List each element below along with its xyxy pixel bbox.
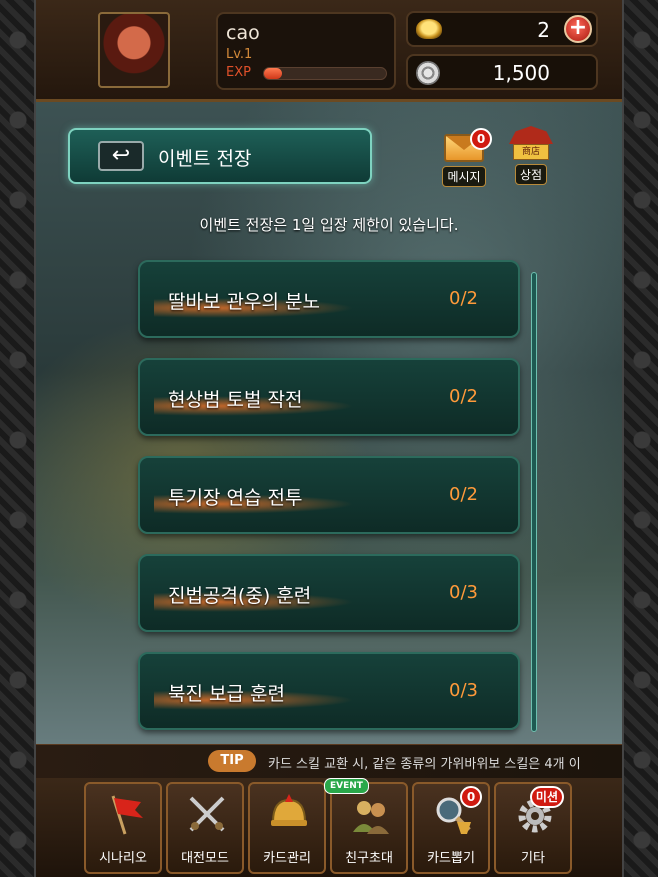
event-item[interactable]: 딸바보 관우의 분노 0/2 bbox=[138, 260, 520, 338]
helmet-icon bbox=[271, 794, 307, 826]
silver-counter: 1,500 bbox=[406, 54, 598, 90]
tip-text: 카드 스킬 교환 시, 같은 종류의 가위바위보 스킬은 4개 이 bbox=[268, 757, 581, 772]
event-item[interactable]: 투기장 연습 전투 0/2 bbox=[138, 456, 520, 534]
player-level: Lv.1 bbox=[226, 47, 253, 62]
exp-bar bbox=[263, 67, 387, 80]
mail-label: 메시지 bbox=[442, 166, 486, 187]
event-name: 북진 보급 훈련 bbox=[168, 683, 285, 705]
event-tag: EVENT bbox=[324, 778, 369, 794]
profile-box: cao Lv.1 EXP bbox=[216, 12, 396, 90]
event-name: 투기장 연습 전투 bbox=[168, 487, 303, 509]
shop-button[interactable]: 商店 상점 bbox=[506, 126, 556, 186]
crossed-swords-icon bbox=[189, 796, 225, 832]
event-item[interactable]: 현상범 토벌 작전 0/2 bbox=[138, 358, 520, 436]
event-name: 진법공격(중) 훈련 bbox=[168, 585, 312, 607]
mission-badge: 미션 bbox=[529, 786, 564, 808]
nav-label: 카드관리 bbox=[263, 851, 311, 866]
exp-bar-fill bbox=[264, 68, 283, 79]
back-button-label: 이벤트 전장 bbox=[158, 148, 252, 170]
event-battlefield-scene: ↩ 이벤트 전장 0 메시지 商店 상점 이벤트 전장은 1일 입장 제한이 있… bbox=[36, 102, 622, 778]
card-draw-badge: 0 bbox=[460, 786, 482, 808]
shop-label: 상점 bbox=[514, 164, 548, 185]
nav-scenario[interactable]: 시나리오 bbox=[84, 782, 162, 874]
tip-label: TIP bbox=[208, 750, 256, 772]
player-name: cao bbox=[226, 22, 260, 44]
shop-sign: 商店 bbox=[513, 144, 549, 160]
nav-etc[interactable]: 미션 기타 bbox=[494, 782, 572, 874]
event-item[interactable]: 북진 보급 훈련 0/3 bbox=[138, 652, 520, 730]
event-name: 딸바보 관우의 분노 bbox=[168, 291, 320, 313]
add-gold-button[interactable]: + bbox=[564, 15, 592, 43]
avatar[interactable] bbox=[98, 12, 170, 88]
event-count: 0/3 bbox=[449, 680, 478, 701]
left-ornament-border bbox=[0, 0, 36, 877]
bottom-nav: 시나리오 대전모드 카드관리 EVENT 친구초대 0 카드뽑기 미션 기타 bbox=[36, 778, 622, 877]
event-count: 0/3 bbox=[449, 582, 478, 603]
nav-card-manage[interactable]: 카드관리 bbox=[248, 782, 326, 874]
nav-battle-mode[interactable]: 대전모드 bbox=[166, 782, 244, 874]
top-bar: cao Lv.1 EXP 2 + 1,500 bbox=[36, 0, 622, 102]
nav-label: 대전모드 bbox=[181, 851, 229, 866]
nav-label: 친구초대 bbox=[345, 851, 393, 866]
exp-label: EXP bbox=[226, 65, 251, 80]
shop-roof-icon bbox=[509, 126, 553, 144]
back-arrow-icon: ↩ bbox=[98, 141, 144, 171]
nav-label: 기타 bbox=[521, 851, 545, 866]
event-list: 딸바보 관우의 분노 0/2 현상범 토벌 작전 0/2 투기장 연습 전투 0… bbox=[138, 260, 520, 750]
gold-value: 2 bbox=[537, 18, 550, 42]
event-count: 0/2 bbox=[449, 288, 478, 309]
event-item[interactable]: 진법공격(중) 훈련 0/3 bbox=[138, 554, 520, 632]
event-name: 현상범 토벌 작전 bbox=[168, 389, 303, 411]
mail-button[interactable]: 0 메시지 bbox=[440, 128, 492, 187]
gold-counter: 2 + bbox=[406, 11, 598, 47]
entry-limit-notice: 이벤트 전장은 1일 입장 제한이 있습니다. bbox=[199, 216, 459, 234]
nav-invite-friends[interactable]: EVENT 친구초대 bbox=[324, 778, 408, 874]
mail-badge: 0 bbox=[470, 128, 492, 150]
event-count: 0/2 bbox=[449, 484, 478, 505]
gold-ingot-icon bbox=[416, 19, 442, 39]
nav-card-draw[interactable]: 0 카드뽑기 bbox=[412, 782, 490, 874]
back-button[interactable]: ↩ 이벤트 전장 bbox=[68, 128, 372, 184]
nav-label: 시나리오 bbox=[99, 851, 147, 866]
silver-value: 1,500 bbox=[492, 61, 550, 85]
right-ornament-border bbox=[622, 0, 658, 877]
silver-coin-icon bbox=[416, 61, 440, 85]
event-count: 0/2 bbox=[449, 386, 478, 407]
nav-label: 카드뽑기 bbox=[427, 851, 475, 866]
flag-icon bbox=[111, 795, 143, 835]
list-scrollbar[interactable] bbox=[531, 272, 537, 732]
friends-icon bbox=[353, 801, 389, 834]
tip-bar: TIP 카드 스킬 교환 시, 같은 종류의 가위바위보 스킬은 4개 이 bbox=[36, 744, 622, 778]
